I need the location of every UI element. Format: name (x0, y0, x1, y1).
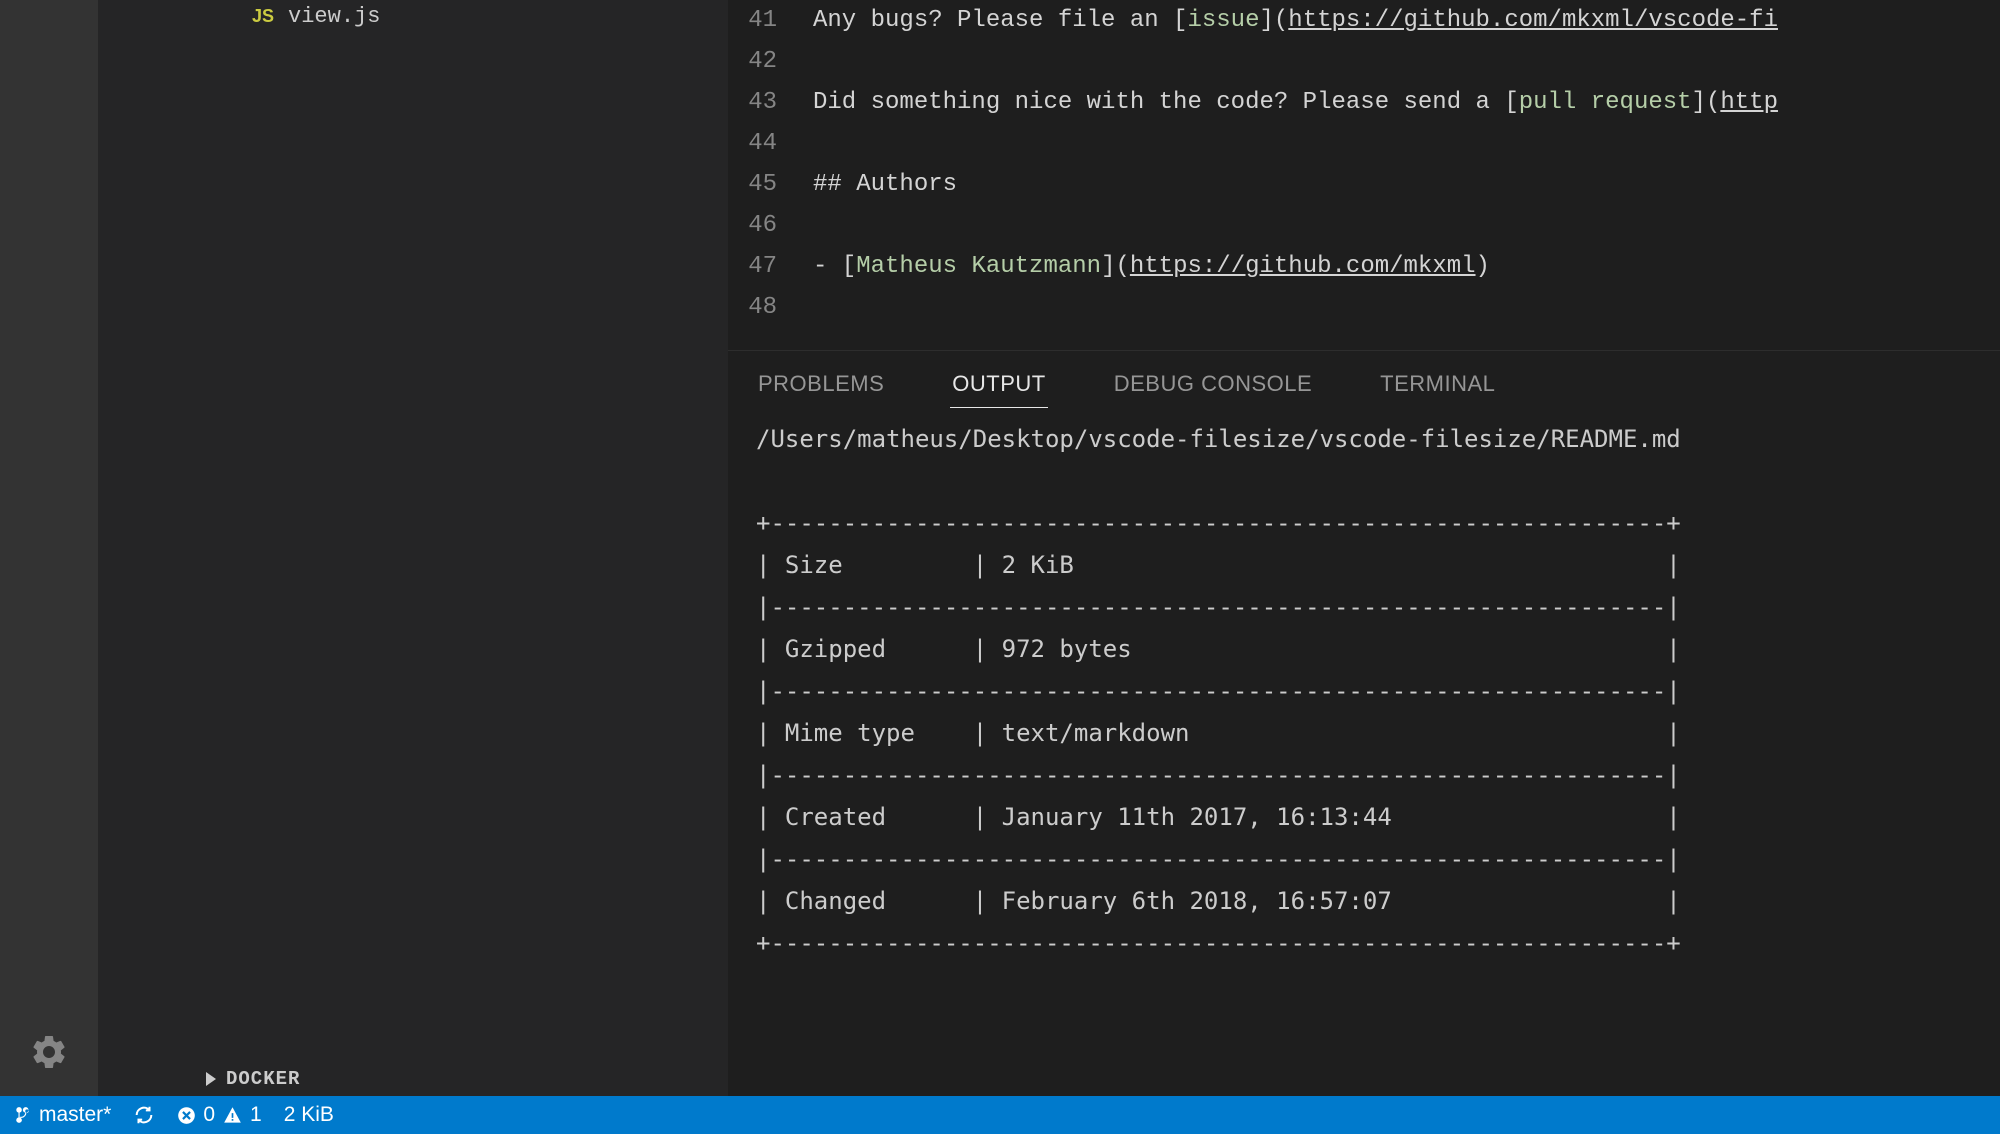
status-problems[interactable]: 0 1 (177, 1103, 261, 1127)
settings-gear-icon[interactable] (29, 1032, 69, 1072)
code-line[interactable]: Any bugs? Please file an [issue](https:/… (813, 0, 2000, 41)
editor[interactable]: 4142434445464748 Any bugs? Please file a… (728, 0, 2000, 350)
line-number: 44 (728, 123, 777, 164)
git-branch-icon (14, 1104, 32, 1126)
code-line[interactable] (813, 41, 2000, 82)
filesize-value: 2 KiB (284, 1103, 334, 1127)
panel-tabs: PROBLEMS OUTPUT DEBUG CONSOLE TERMINAL (728, 351, 2000, 408)
file-item-view-js[interactable]: JS view.js (98, 0, 728, 32)
main-area: JS view.js DOCKER 4142434445464748 Any b… (0, 0, 2000, 1096)
branch-name: master* (39, 1103, 111, 1127)
tab-problems[interactable]: PROBLEMS (756, 363, 886, 408)
sync-icon (133, 1104, 155, 1126)
code-content[interactable]: Any bugs? Please file an [issue](https:/… (813, 0, 2000, 350)
output-content[interactable]: /Users/matheus/Desktop/vscode-filesize/v… (728, 408, 2000, 1096)
line-number: 41 (728, 0, 777, 41)
code-line[interactable] (813, 123, 2000, 164)
code-line[interactable]: - [Matheus Kautzmann](https://github.com… (813, 246, 2000, 287)
editor-panel-area: 4142434445464748 Any bugs? Please file a… (728, 0, 2000, 1096)
file-label: view.js (288, 4, 380, 29)
status-git-branch[interactable]: master* (14, 1103, 111, 1127)
sidebar: JS view.js DOCKER (98, 0, 728, 1096)
line-number: 48 (728, 287, 777, 328)
js-file-icon: JS (252, 6, 274, 27)
error-count: 0 (203, 1103, 215, 1127)
tab-output[interactable]: OUTPUT (950, 363, 1047, 408)
tab-debug-console[interactable]: DEBUG CONSOLE (1112, 363, 1314, 408)
bottom-panel: PROBLEMS OUTPUT DEBUG CONSOLE TERMINAL /… (728, 350, 2000, 1096)
code-line[interactable]: ## Authors (813, 164, 2000, 205)
code-line[interactable] (813, 287, 2000, 328)
status-sync[interactable] (133, 1104, 155, 1126)
sidebar-section-docker[interactable]: DOCKER (98, 1062, 728, 1096)
line-number: 43 (728, 82, 777, 123)
status-bar: master* 0 1 2 KiB (0, 1096, 2000, 1134)
code-line[interactable]: Did something nice with the code? Please… (813, 82, 2000, 123)
section-label: DOCKER (226, 1068, 300, 1090)
line-number: 46 (728, 205, 777, 246)
status-filesize[interactable]: 2 KiB (284, 1103, 334, 1127)
explorer-tree: JS view.js (98, 0, 728, 1062)
warning-count: 1 (250, 1103, 262, 1127)
error-icon (177, 1106, 196, 1125)
code-line[interactable] (813, 205, 2000, 246)
activity-bar (0, 0, 98, 1096)
line-number: 47 (728, 246, 777, 287)
line-number: 42 (728, 41, 777, 82)
warning-icon (222, 1106, 243, 1125)
line-number: 45 (728, 164, 777, 205)
line-number-gutter: 4142434445464748 (728, 0, 813, 350)
chevron-right-icon (206, 1072, 216, 1086)
tab-terminal[interactable]: TERMINAL (1378, 363, 1497, 408)
